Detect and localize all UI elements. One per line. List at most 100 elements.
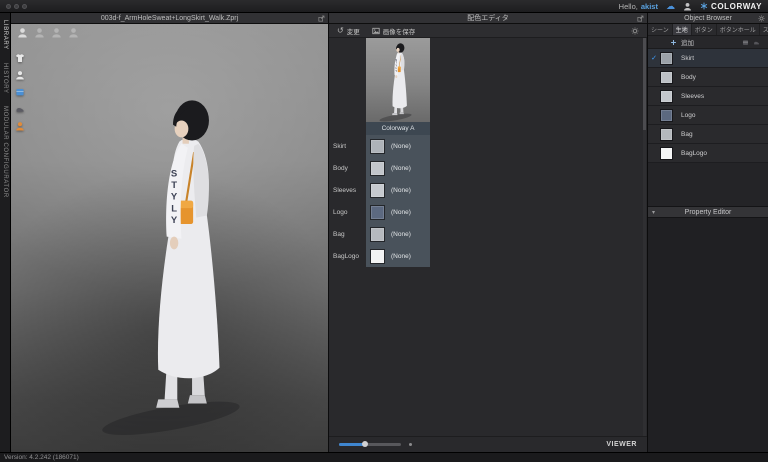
- object-item[interactable]: Body: [648, 68, 768, 87]
- zoom-slider[interactable]: [339, 441, 401, 447]
- color-swatch[interactable]: [370, 160, 385, 176]
- tab-scene[interactable]: シーン: [648, 24, 673, 35]
- undock-icon[interactable]: [318, 15, 325, 22]
- object-label: BagLogo: [681, 149, 708, 157]
- gear-icon[interactable]: [758, 15, 765, 22]
- color-swatch[interactable]: [370, 182, 385, 198]
- avatar-skin-icon[interactable]: [68, 27, 79, 38]
- object-swatch[interactable]: [660, 70, 673, 84]
- gear-icon[interactable]: [631, 27, 639, 35]
- colorway-row[interactable]: Logo (None): [329, 201, 647, 223]
- object-swatch[interactable]: [660, 108, 673, 122]
- color-swatch[interactable]: [370, 204, 385, 220]
- colorway-row[interactable]: Bag (None): [329, 223, 647, 245]
- texture-name: (None): [391, 164, 411, 172]
- texture-name: (None): [391, 186, 411, 194]
- delete-icon[interactable]: [753, 39, 760, 46]
- tab-stitch[interactable]: ステ...: [760, 24, 768, 35]
- tab-buttonhole[interactable]: ボタンホール: [717, 24, 760, 35]
- colorway-row-label: Skirt: [333, 142, 346, 150]
- texture-name: (None): [391, 252, 411, 260]
- project-title: 003d-f_ArmHoleSweat+LongSkirt_Walk.Zprj: [100, 15, 239, 22]
- object-swatch[interactable]: [660, 146, 673, 160]
- check-icon: ✓: [651, 55, 657, 62]
- object-item[interactable]: Logo: [648, 106, 768, 125]
- save-image-label: 画像を保存: [382, 28, 416, 36]
- colorway-row-label: Sleeves: [333, 186, 357, 194]
- brand-name: COLORWAY: [710, 1, 762, 11]
- panel-title: 配色エディタ: [467, 15, 509, 22]
- brand-logo: COLORWAY: [700, 2, 762, 11]
- user-account-icon[interactable]: [683, 2, 692, 11]
- property-editor-header[interactable]: ▾ Property Editor: [648, 206, 768, 218]
- colorway-toolbar: ↺ 変更 画像を保存: [329, 24, 647, 38]
- scrollbar-thumb[interactable]: [643, 38, 646, 130]
- object-label: Skirt: [681, 54, 694, 62]
- version-text: Version: 4.2.242 (186071): [4, 454, 79, 461]
- avatar-3d-model[interactable]: [97, 82, 266, 442]
- object-browser-actions: 追加: [648, 36, 768, 49]
- viewer-bar: VIEWER: [329, 436, 647, 452]
- garment-icon[interactable]: [15, 53, 25, 63]
- change-button[interactable]: ↺ 変更: [337, 26, 360, 36]
- greeting: Hello, akist: [619, 2, 658, 11]
- viewer-label: VIEWER: [606, 441, 637, 448]
- object-item[interactable]: Sleeves: [648, 87, 768, 106]
- viewport-canvas[interactable]: [11, 24, 328, 452]
- object-label: Body: [681, 73, 696, 81]
- color-swatch[interactable]: [370, 248, 385, 264]
- avatar-icon[interactable]: [15, 70, 25, 80]
- object-item[interactable]: Bag: [648, 125, 768, 144]
- plus-icon[interactable]: [670, 39, 677, 46]
- username[interactable]: akist: [641, 2, 658, 11]
- colorway-thumbnail[interactable]: [366, 38, 430, 122]
- colorway-titlebar[interactable]: 配色エディタ: [329, 13, 647, 24]
- object-item[interactable]: ✓ Skirt: [648, 49, 768, 68]
- left-rail: LIBRARY HISTORY MODULAR CONFIGURATOR: [0, 13, 11, 452]
- avatar-pose-icon[interactable]: [51, 27, 62, 38]
- object-label: Logo: [681, 111, 696, 119]
- colorway-editor-panel: 配色エディタ ↺ 変更 画像を保存 Colorway A Skirt (None…: [329, 13, 647, 452]
- rail-tab-modular-configurator[interactable]: MODULAR CONFIGURATOR: [2, 106, 8, 198]
- object-swatch[interactable]: [660, 89, 673, 103]
- window-controls[interactable]: [6, 3, 27, 9]
- scrollbar[interactable]: [643, 38, 646, 436]
- shoes-icon[interactable]: [15, 104, 25, 114]
- texture-name: (None): [391, 142, 411, 150]
- undock-icon[interactable]: [637, 15, 644, 22]
- colorway-logo-icon: [700, 2, 708, 10]
- avatar-mesh-icon[interactable]: [34, 27, 45, 38]
- color-swatch[interactable]: [370, 138, 385, 154]
- object-swatch[interactable]: [660, 51, 673, 65]
- texture-name: (None): [391, 230, 411, 238]
- tab-button[interactable]: ボタン: [692, 24, 717, 35]
- colorway-row[interactable]: Skirt (None): [329, 135, 647, 157]
- colorway-row[interactable]: Sleeves (None): [329, 179, 647, 201]
- colorway-name[interactable]: Colorway A: [366, 122, 430, 135]
- pose-icon[interactable]: [15, 121, 25, 131]
- panel-title: Object Browser: [684, 15, 732, 22]
- slider-handle[interactable]: [362, 441, 368, 447]
- object-swatch[interactable]: [660, 127, 673, 141]
- refresh-icon: ↺: [337, 25, 344, 35]
- avatar-display-icon[interactable]: [17, 27, 28, 38]
- add-button[interactable]: 追加: [681, 37, 694, 47]
- object-item[interactable]: BagLogo: [648, 144, 768, 163]
- viewport-titlebar[interactable]: 003d-f_ArmHoleSweat+LongSkirt_Walk.Zprj: [11, 13, 328, 24]
- copy-icon[interactable]: [742, 39, 749, 46]
- object-browser-titlebar[interactable]: Object Browser: [648, 13, 768, 24]
- avatar-thumbnail: [378, 39, 418, 122]
- cloud-sync-icon[interactable]: ☁: [666, 1, 675, 11]
- rail-tab-history[interactable]: HISTORY: [2, 63, 8, 94]
- colorway-row[interactable]: Body (None): [329, 157, 647, 179]
- colorway-row[interactable]: BagLogo (None): [329, 245, 647, 267]
- slider-tick: [409, 443, 412, 446]
- color-swatch[interactable]: [370, 226, 385, 242]
- rail-tab-library[interactable]: LIBRARY: [2, 20, 8, 50]
- image-icon: [372, 27, 380, 35]
- object-browser-tabs: シーン 生地 ボタン ボタンホール ステ...: [648, 24, 768, 36]
- save-image-button[interactable]: 画像を保存: [372, 26, 416, 36]
- colorway-row-label: Bag: [333, 230, 345, 238]
- fabric-icon[interactable]: [15, 87, 25, 97]
- tab-fabric[interactable]: 生地: [672, 24, 692, 35]
